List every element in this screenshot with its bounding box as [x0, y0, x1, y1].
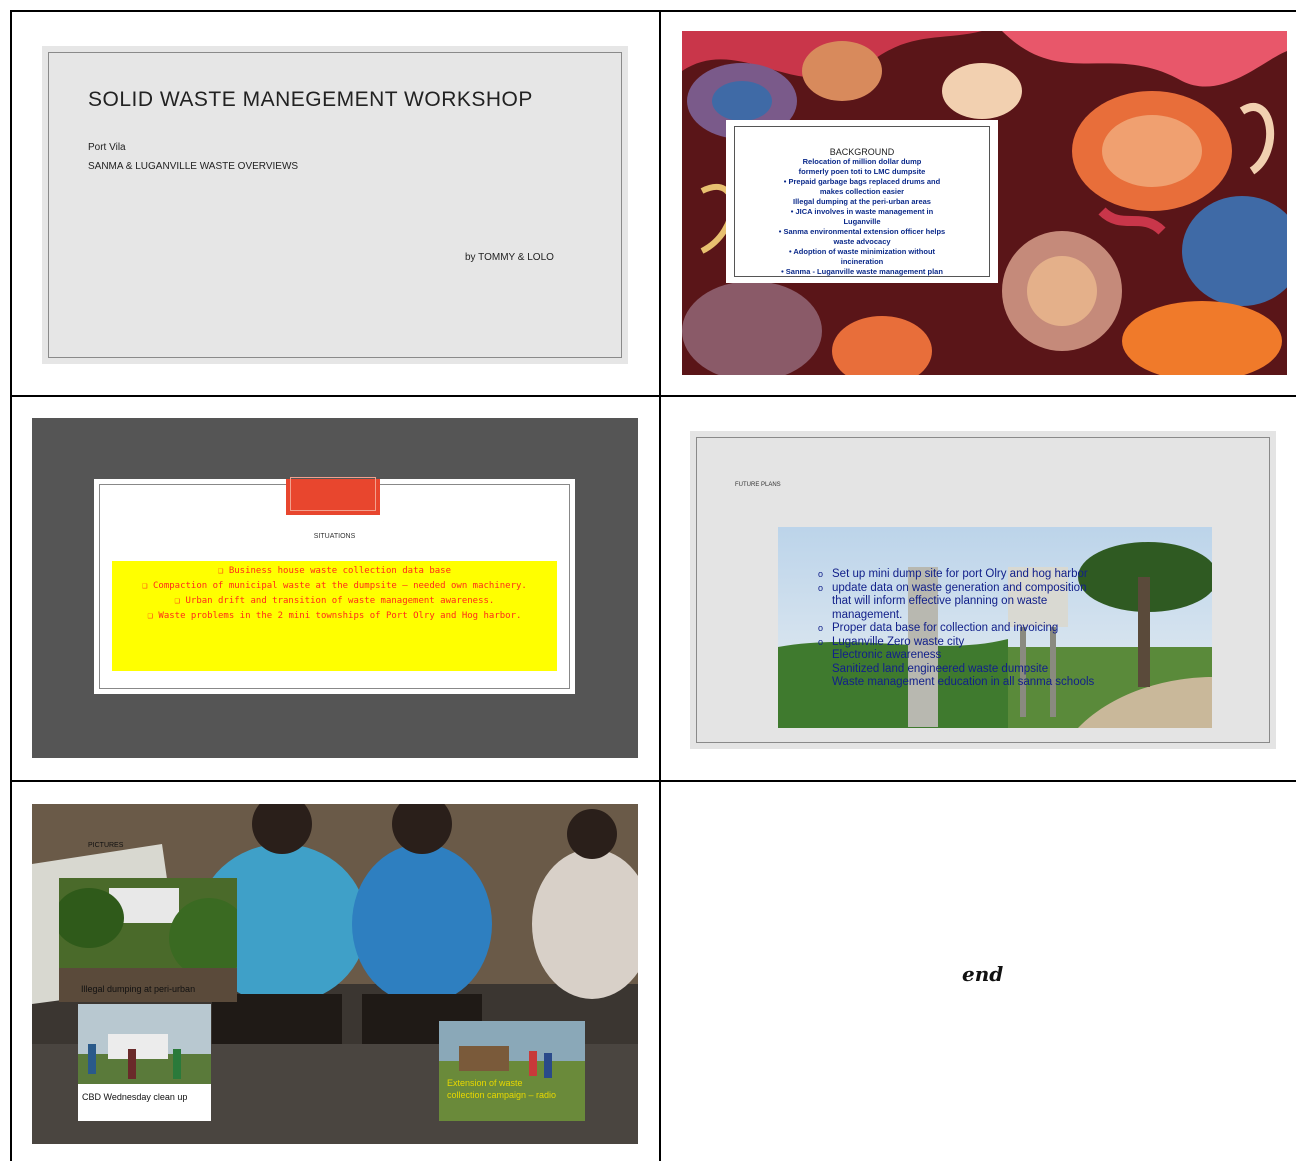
photo-cbd-clean-up-image [78, 1004, 211, 1084]
future-plan-item: o Set up mini dump site for port Olry and… [818, 568, 1088, 580]
future-plan-item: o Luganville Zero waste city [818, 635, 965, 648]
future-plan-item: Electronic awareness [832, 649, 942, 661]
slide-situations: SITUATIONS ❑ Business house waste collec… [32, 418, 638, 758]
slide-future-plans: FUTURE PLANS o Set up mini dump site for … [690, 431, 1276, 749]
background-textbox: BACKGROUND Relocation of million dollar … [726, 120, 998, 283]
grid-vertical-divider [659, 10, 661, 1161]
future-plan-item: o update data on waste generation and com… [818, 581, 1087, 594]
photo-caption: CBD Wednesday clean up [82, 1092, 188, 1102]
situation-item: ❑ Compaction of municipal waste at the d… [142, 581, 527, 591]
background-line: Illegal dumping at the peri-urban areas [793, 197, 931, 206]
photo-caption: Illegal dumping at peri-urban [81, 984, 196, 994]
photo-cbd-clean-up: CBD Wednesday clean up [78, 1004, 211, 1121]
signboard-photo: o Set up mini dump site for port Olry and… [778, 527, 1212, 728]
slide-pictures: PICTURES Illegal dumping at peri-urban C… [32, 804, 638, 1144]
slide-byline: by TOMMY & LOLO [465, 252, 554, 263]
slide-subtitle-overview: SANMA & LUGANVILLE WASTE OVERVIEWS [88, 161, 299, 172]
situation-item: ❑ Business house waste collection data b… [218, 566, 451, 576]
slide-title-heading: SOLID WASTE MANEGEMENT WORKSHOP [88, 88, 533, 111]
photo-radio-campaign: Extension of waste collection campaign –… [439, 1021, 585, 1121]
future-plan-item: Waste management education in all sanma … [832, 676, 1095, 688]
future-plan-item: o Proper data base for collection and inv… [818, 622, 1059, 634]
background-line: Relocation of million dollar dump [802, 157, 922, 166]
future-plan-item: Sanitized land engineered waste dumpsite [832, 662, 1049, 675]
situations-card: SITUATIONS ❑ Business house waste collec… [94, 477, 575, 694]
photo-caption: Extension of waste collection campaign –… [447, 1078, 557, 1100]
background-line: incineration [840, 257, 884, 266]
background-line: formerly poen toti to LMC dumpsite [798, 167, 926, 176]
background-line: • Sanma - Luganville waste management pl… [781, 267, 943, 276]
background-line: Luganville [843, 217, 881, 226]
grid-row-divider-1 [10, 395, 1296, 397]
pictures-heading: PICTURES [88, 842, 124, 849]
background-line: waste advocacy [833, 237, 891, 246]
background-line: • Adoption of waste minimization without [788, 247, 936, 256]
situations-tab-decoration [286, 477, 380, 515]
photo-illegal-dumping: Illegal dumping at peri-urban [59, 878, 237, 1002]
photo-radio-campaign-image [439, 1021, 585, 1121]
background-heading: BACKGROUND [829, 147, 895, 157]
slide-title: SOLID WASTE MANEGEMENT WORKSHOP Port Vil… [42, 46, 628, 364]
situations-highlight-box: ❑ Business house waste collection data b… [112, 561, 557, 671]
end-text: end [962, 962, 1004, 986]
future-plans-list: o Set up mini dump site for port Olry and… [818, 568, 1094, 690]
future-plan-item: that will inform effective planning on w… [832, 595, 1048, 607]
situations-heading: SITUATIONS [313, 533, 356, 540]
slide-background: BACKGROUND Relocation of million dollar … [682, 31, 1287, 375]
slide-subtitle-location: Port Vila [88, 142, 126, 153]
future-plan-item: management. [832, 608, 903, 621]
grid-row-divider-2 [10, 780, 1296, 782]
background-line: makes collection easier [819, 187, 905, 196]
future-plans-heading: FUTURE PLANS [735, 482, 781, 488]
background-line: • Prepaid garbage bags replaced drums an… [783, 177, 941, 186]
situation-item: ❑ Waste problems in the 2 mini townships… [147, 611, 522, 621]
background-line: • JICA involves in waste management in [790, 207, 934, 216]
background-line: • Sanma environmental extension officer … [778, 227, 946, 236]
situation-item: ❑ Urban drift and transition of waste ma… [174, 596, 495, 606]
